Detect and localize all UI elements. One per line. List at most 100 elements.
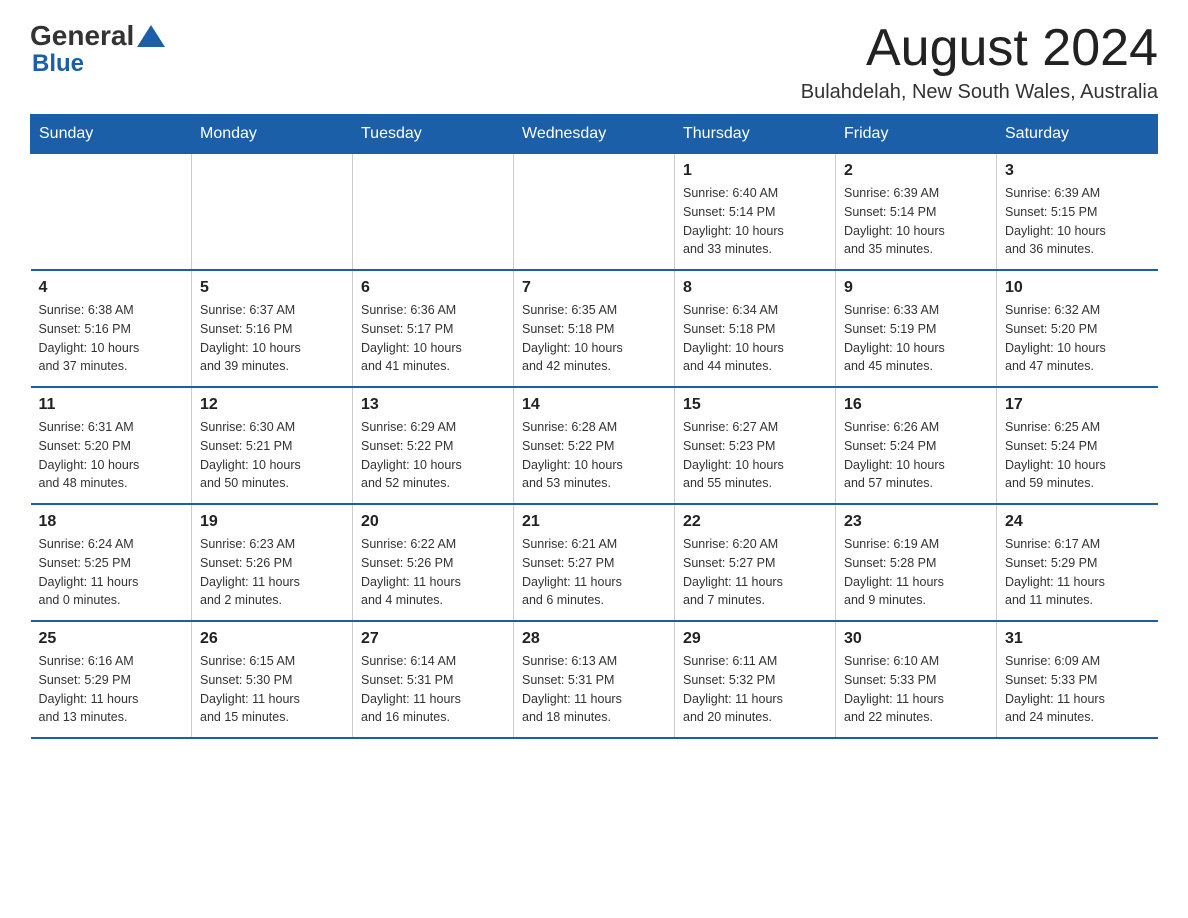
day-info: Sunrise: 6:39 AM Sunset: 5:14 PM Dayligh… bbox=[844, 184, 988, 259]
calendar-body: 1 Sunrise: 6:40 AM Sunset: 5:14 PM Daylig… bbox=[31, 154, 1158, 739]
day-number: 2 bbox=[844, 162, 988, 180]
title-area: August 2024 Bulahdelah, New South Wales,… bbox=[801, 20, 1158, 104]
calendar-cell: 30 Sunrise: 6:10 AM Sunset: 5:33 PM Dayli… bbox=[836, 621, 997, 738]
day-number: 18 bbox=[39, 513, 184, 531]
calendar-week-2: 4 Sunrise: 6:38 AM Sunset: 5:16 PM Daylig… bbox=[31, 270, 1158, 387]
weekday-header-saturday: Saturday bbox=[997, 115, 1158, 154]
day-number: 5 bbox=[200, 279, 344, 297]
day-number: 20 bbox=[361, 513, 505, 531]
day-number: 10 bbox=[1005, 279, 1150, 297]
day-info: Sunrise: 6:11 AM Sunset: 5:32 PM Dayligh… bbox=[683, 652, 827, 727]
day-number: 11 bbox=[39, 396, 184, 414]
day-number: 26 bbox=[200, 630, 344, 648]
day-number: 15 bbox=[683, 396, 827, 414]
calendar-week-3: 11 Sunrise: 6:31 AM Sunset: 5:20 PM Dayli… bbox=[31, 387, 1158, 504]
day-info: Sunrise: 6:32 AM Sunset: 5:20 PM Dayligh… bbox=[1005, 301, 1150, 376]
calendar-cell: 11 Sunrise: 6:31 AM Sunset: 5:20 PM Dayli… bbox=[31, 387, 192, 504]
day-number: 14 bbox=[522, 396, 666, 414]
day-number: 7 bbox=[522, 279, 666, 297]
page-header: General Blue August 2024 Bulahdelah, New… bbox=[30, 20, 1158, 104]
calendar-cell: 16Sunrise: 6:26 AM Sunset: 5:24 PM Dayli… bbox=[836, 387, 997, 504]
calendar-cell: 8Sunrise: 6:34 AM Sunset: 5:18 PM Daylig… bbox=[675, 270, 836, 387]
calendar-cell: 18Sunrise: 6:24 AM Sunset: 5:25 PM Dayli… bbox=[31, 504, 192, 621]
logo-blue-text: Blue bbox=[32, 50, 84, 78]
day-number: 9 bbox=[844, 279, 988, 297]
calendar-cell: 29 Sunrise: 6:11 AM Sunset: 5:32 PM Dayli… bbox=[675, 621, 836, 738]
calendar-cell: 6 Sunrise: 6:36 AM Sunset: 5:17 PM Daylig… bbox=[353, 270, 514, 387]
logo-general-text: General bbox=[30, 20, 134, 52]
weekday-header-friday: Friday bbox=[836, 115, 997, 154]
calendar-cell: 24Sunrise: 6:17 AM Sunset: 5:29 PM Dayli… bbox=[997, 504, 1158, 621]
day-info: Sunrise: 6:27 AM Sunset: 5:23 PM Dayligh… bbox=[683, 418, 827, 493]
day-info: Sunrise: 6:34 AM Sunset: 5:18 PM Dayligh… bbox=[683, 301, 827, 376]
day-info: Sunrise: 6:19 AM Sunset: 5:28 PM Dayligh… bbox=[844, 535, 988, 610]
day-number: 16 bbox=[844, 396, 988, 414]
day-info: Sunrise: 6:13 AM Sunset: 5:31 PM Dayligh… bbox=[522, 652, 666, 727]
day-number: 31 bbox=[1005, 630, 1150, 648]
day-info: Sunrise: 6:35 AM Sunset: 5:18 PM Dayligh… bbox=[522, 301, 666, 376]
day-info: Sunrise: 6:30 AM Sunset: 5:21 PM Dayligh… bbox=[200, 418, 344, 493]
day-number: 4 bbox=[39, 279, 184, 297]
calendar-cell: 17Sunrise: 6:25 AM Sunset: 5:24 PM Dayli… bbox=[997, 387, 1158, 504]
day-info: Sunrise: 6:10 AM Sunset: 5:33 PM Dayligh… bbox=[844, 652, 988, 727]
day-number: 30 bbox=[844, 630, 988, 648]
day-info: Sunrise: 6:33 AM Sunset: 5:19 PM Dayligh… bbox=[844, 301, 988, 376]
calendar-cell: 31Sunrise: 6:09 AM Sunset: 5:33 PM Dayli… bbox=[997, 621, 1158, 738]
day-info: Sunrise: 6:29 AM Sunset: 5:22 PM Dayligh… bbox=[361, 418, 505, 493]
calendar-cell: 23Sunrise: 6:19 AM Sunset: 5:28 PM Dayli… bbox=[836, 504, 997, 621]
calendar-week-4: 18Sunrise: 6:24 AM Sunset: 5:25 PM Dayli… bbox=[31, 504, 1158, 621]
calendar-cell: 19Sunrise: 6:23 AM Sunset: 5:26 PM Dayli… bbox=[192, 504, 353, 621]
weekday-header-monday: Monday bbox=[192, 115, 353, 154]
calendar-cell: 14 Sunrise: 6:28 AM Sunset: 5:22 PM Dayli… bbox=[514, 387, 675, 504]
calendar-cell: 20 Sunrise: 6:22 AM Sunset: 5:26 PM Dayli… bbox=[353, 504, 514, 621]
calendar-cell bbox=[192, 154, 353, 271]
calendar-cell: 7 Sunrise: 6:35 AM Sunset: 5:18 PM Daylig… bbox=[514, 270, 675, 387]
weekday-header-sunday: Sunday bbox=[31, 115, 192, 154]
day-info: Sunrise: 6:31 AM Sunset: 5:20 PM Dayligh… bbox=[39, 418, 184, 493]
calendar-header: SundayMondayTuesdayWednesdayThursdayFrid… bbox=[31, 115, 1158, 154]
calendar-cell: 28 Sunrise: 6:13 AM Sunset: 5:31 PM Dayli… bbox=[514, 621, 675, 738]
calendar-cell: 22Sunrise: 6:20 AM Sunset: 5:27 PM Dayli… bbox=[675, 504, 836, 621]
day-info: Sunrise: 6:39 AM Sunset: 5:15 PM Dayligh… bbox=[1005, 184, 1150, 259]
calendar-cell: 2 Sunrise: 6:39 AM Sunset: 5:14 PM Daylig… bbox=[836, 154, 997, 271]
calendar-cell bbox=[31, 154, 192, 271]
calendar-cell: 15 Sunrise: 6:27 AM Sunset: 5:23 PM Dayli… bbox=[675, 387, 836, 504]
weekday-header-tuesday: Tuesday bbox=[353, 115, 514, 154]
calendar-cell: 10 Sunrise: 6:32 AM Sunset: 5:20 PM Dayli… bbox=[997, 270, 1158, 387]
calendar-cell: 3Sunrise: 6:39 AM Sunset: 5:15 PM Daylig… bbox=[997, 154, 1158, 271]
day-info: Sunrise: 6:17 AM Sunset: 5:29 PM Dayligh… bbox=[1005, 535, 1150, 610]
day-number: 28 bbox=[522, 630, 666, 648]
day-number: 13 bbox=[361, 396, 505, 414]
day-info: Sunrise: 6:28 AM Sunset: 5:22 PM Dayligh… bbox=[522, 418, 666, 493]
calendar-table: SundayMondayTuesdayWednesdayThursdayFrid… bbox=[30, 114, 1158, 739]
month-title: August 2024 bbox=[801, 20, 1158, 77]
weekday-header-thursday: Thursday bbox=[675, 115, 836, 154]
day-info: Sunrise: 6:22 AM Sunset: 5:26 PM Dayligh… bbox=[361, 535, 505, 610]
day-info: Sunrise: 6:40 AM Sunset: 5:14 PM Dayligh… bbox=[683, 184, 827, 259]
calendar-cell: 1 Sunrise: 6:40 AM Sunset: 5:14 PM Daylig… bbox=[675, 154, 836, 271]
calendar-cell: 26 Sunrise: 6:15 AM Sunset: 5:30 PM Dayli… bbox=[192, 621, 353, 738]
day-number: 19 bbox=[200, 513, 344, 531]
day-info: Sunrise: 6:16 AM Sunset: 5:29 PM Dayligh… bbox=[39, 652, 184, 727]
day-info: Sunrise: 6:14 AM Sunset: 5:31 PM Dayligh… bbox=[361, 652, 505, 727]
day-info: Sunrise: 6:15 AM Sunset: 5:30 PM Dayligh… bbox=[200, 652, 344, 727]
day-info: Sunrise: 6:36 AM Sunset: 5:17 PM Dayligh… bbox=[361, 301, 505, 376]
day-info: Sunrise: 6:37 AM Sunset: 5:16 PM Dayligh… bbox=[200, 301, 344, 376]
day-number: 12 bbox=[200, 396, 344, 414]
calendar-cell: 9 Sunrise: 6:33 AM Sunset: 5:19 PM Daylig… bbox=[836, 270, 997, 387]
calendar-cell: 12 Sunrise: 6:30 AM Sunset: 5:21 PM Dayli… bbox=[192, 387, 353, 504]
weekday-header-wednesday: Wednesday bbox=[514, 115, 675, 154]
day-info: Sunrise: 6:38 AM Sunset: 5:16 PM Dayligh… bbox=[39, 301, 184, 376]
day-number: 25 bbox=[39, 630, 184, 648]
calendar-cell: 5 Sunrise: 6:37 AM Sunset: 5:16 PM Daylig… bbox=[192, 270, 353, 387]
calendar-cell: 13 Sunrise: 6:29 AM Sunset: 5:22 PM Dayli… bbox=[353, 387, 514, 504]
day-number: 1 bbox=[683, 162, 827, 180]
calendar-week-1: 1 Sunrise: 6:40 AM Sunset: 5:14 PM Daylig… bbox=[31, 154, 1158, 271]
calendar-cell bbox=[353, 154, 514, 271]
calendar-cell: 27 Sunrise: 6:14 AM Sunset: 5:31 PM Dayli… bbox=[353, 621, 514, 738]
day-number: 27 bbox=[361, 630, 505, 648]
day-number: 6 bbox=[361, 279, 505, 297]
calendar-cell: 4 Sunrise: 6:38 AM Sunset: 5:16 PM Daylig… bbox=[31, 270, 192, 387]
calendar-cell: 21Sunrise: 6:21 AM Sunset: 5:27 PM Dayli… bbox=[514, 504, 675, 621]
day-number: 29 bbox=[683, 630, 827, 648]
